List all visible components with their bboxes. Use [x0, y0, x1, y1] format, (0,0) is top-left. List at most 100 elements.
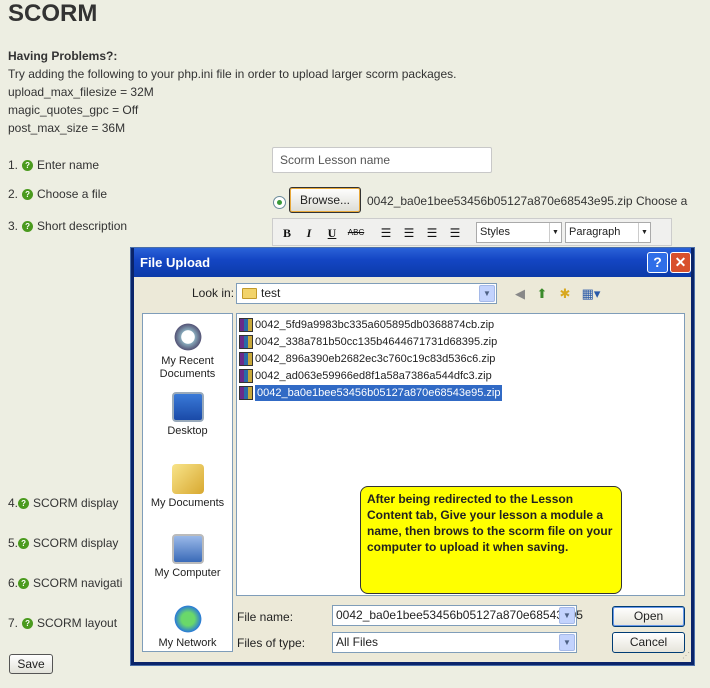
align-center-icon[interactable]: ☰: [400, 224, 418, 242]
file-name: 0042_ba0e1bee53456b05127a870e68543e95.zi…: [255, 385, 503, 401]
view-menu-icon[interactable]: ▦▾: [579, 286, 603, 302]
step-number: 3.: [8, 219, 19, 233]
step-choose-file: 2. ? Choose a file: [8, 187, 107, 201]
lesson-name-input[interactable]: Scorm Lesson name: [272, 147, 492, 173]
file-name: 0042_5fd9a9983bc335a605895db0368874cb.zi…: [255, 319, 495, 331]
dialog-title: File Upload: [140, 255, 211, 270]
my-network-icon: [171, 604, 204, 634]
strikethrough-button[interactable]: ABC: [345, 224, 367, 242]
step-enter-name: 1. ? Enter name: [8, 158, 99, 172]
file-type-select[interactable]: All Files ▼: [332, 632, 577, 653]
new-folder-icon[interactable]: ✱: [556, 286, 574, 302]
editor-toolbar: B I U ABC ☰ ☰ ☰ ☰ Styles ▼ Paragraph ▼: [272, 218, 672, 246]
step-label: Choose a file: [37, 187, 108, 201]
file-upload-dialog: File Upload ? ✕ Look in: test ▼ ◀ ⬆ ✱ ▦▾…: [131, 248, 694, 665]
help-icon[interactable]: ?: [22, 159, 34, 171]
help-line: post_max_size = 36M: [8, 121, 126, 135]
zip-icon: [239, 369, 253, 383]
place-label: My Computer: [154, 567, 221, 579]
place-desktop[interactable]: Desktop: [143, 392, 232, 438]
look-in-value: test: [261, 286, 281, 300]
step-label: Enter name: [37, 158, 100, 172]
recent-documents-icon: [171, 322, 204, 352]
cancel-button[interactable]: Cancel: [612, 632, 685, 653]
bold-button[interactable]: B: [278, 224, 296, 242]
help-icon[interactable]: ?: [18, 497, 30, 509]
place-my-network[interactable]: My Network: [143, 604, 232, 650]
place-my-computer[interactable]: My Computer: [143, 534, 232, 580]
close-button[interactable]: ✕: [670, 252, 691, 273]
step-label: SCORM navigati: [33, 576, 123, 590]
list-item[interactable]: 0042_ad063e59966ed8f1a58a7386a544dfc3.zi…: [239, 368, 492, 384]
help-line: upload_max_filesize = 32M: [8, 85, 154, 99]
list-item[interactable]: 0042_338a781b50cc135b4644671731d68395.zi…: [239, 334, 497, 350]
help-icon[interactable]: ?: [22, 220, 34, 232]
dialog-title-bar: File Upload: [134, 248, 691, 277]
align-justify-icon[interactable]: ☰: [446, 224, 464, 242]
back-icon[interactable]: ◀: [511, 286, 529, 302]
choose-a-text: Choose a: [635, 194, 688, 208]
help-info: Having Problems?: Try adding the followi…: [8, 47, 456, 137]
up-folder-icon[interactable]: ⬆: [533, 286, 551, 302]
place-my-recent-documents[interactable]: My Recent Documents: [143, 322, 232, 381]
list-item-selected[interactable]: 0042_ba0e1bee53456b05127a870e68543e95.zi…: [239, 385, 503, 401]
file-list: 0042_5fd9a9983bc335a605895db0368874cb.zi…: [236, 313, 685, 596]
step-scorm-display: 4. ? SCORM display: [8, 496, 118, 510]
step-short-description: 3. ? Short description: [8, 219, 127, 233]
desktop-icon: [171, 392, 204, 422]
help-icon[interactable]: ?: [22, 188, 34, 200]
chevron-down-icon: ▼: [638, 223, 650, 242]
file-name-label: File name:: [237, 610, 294, 624]
save-button[interactable]: Save: [9, 654, 53, 674]
page-title: SCORM: [8, 0, 98, 27]
styles-value: Styles: [480, 226, 510, 238]
chevron-down-icon: ▼: [559, 634, 575, 651]
places-bar: My Recent Documents Desktop My Documents…: [142, 313, 233, 652]
file-type-value: All Files: [336, 635, 379, 649]
styles-select[interactable]: Styles ▼: [476, 222, 562, 243]
browse-button[interactable]: Browse...: [289, 187, 361, 213]
step-label: SCORM display: [33, 536, 119, 550]
step-scorm-navigation: 6. ? SCORM navigati: [8, 576, 122, 590]
file-name: 0042_896a390eb2682ec3c760c19c83d536c6.zi…: [255, 353, 496, 365]
format-select[interactable]: Paragraph ▼: [565, 222, 651, 243]
step-label: Short description: [37, 219, 128, 233]
step-label: SCORM display: [33, 496, 119, 510]
help-title: Having Problems?:: [8, 49, 118, 63]
step-scorm-layout: 7. ? SCORM layout: [8, 616, 117, 630]
file-name-input[interactable]: 0042_ba0e1bee53456b05127a870e68543e95 ▼: [332, 605, 583, 626]
step-scorm-display-2: 5. ? SCORM display: [8, 536, 118, 550]
align-right-icon[interactable]: ☰: [423, 224, 441, 242]
file-name: 0042_338a781b50cc135b4644671731d68395.zi…: [255, 336, 498, 348]
file-name-value: 0042_ba0e1bee53456b05127a870e68543e95: [336, 608, 583, 622]
underline-button[interactable]: U: [323, 224, 341, 242]
my-computer-icon: [171, 534, 204, 564]
instruction-note: After being redirected to the Lesson Con…: [360, 486, 622, 594]
step-number: 7.: [8, 616, 19, 630]
help-icon[interactable]: ?: [22, 617, 34, 629]
help-icon[interactable]: ?: [18, 577, 30, 589]
step-number: 4.: [8, 496, 19, 510]
step-number: 1.: [8, 158, 19, 172]
place-my-documents[interactable]: My Documents: [143, 464, 232, 510]
my-documents-icon: [171, 464, 204, 494]
place-label: My Recent Documents: [159, 355, 216, 380]
zip-icon: [239, 352, 253, 366]
step-number: 6.: [8, 576, 19, 590]
zip-icon: [239, 318, 253, 332]
look-in-select[interactable]: test ▼: [236, 283, 497, 304]
open-button[interactable]: Open: [612, 606, 685, 627]
file-radio[interactable]: [273, 196, 286, 209]
italic-button[interactable]: I: [300, 224, 318, 242]
list-item[interactable]: 0042_896a390eb2682ec3c760c19c83d536c6.zi…: [239, 351, 495, 367]
resize-grip-icon[interactable]: ⋰: [682, 651, 692, 661]
align-left-icon[interactable]: ☰: [377, 224, 395, 242]
chosen-file-text: 0042_ba0e1bee53456b05127a870e68543e95.zi…: [367, 194, 633, 208]
chevron-down-icon: ▼: [549, 223, 561, 242]
help-icon[interactable]: ?: [18, 537, 30, 549]
format-value: Paragraph: [569, 226, 621, 238]
place-label: My Network: [158, 637, 217, 649]
zip-icon: [239, 386, 253, 400]
list-item[interactable]: 0042_5fd9a9983bc335a605895db0368874cb.zi…: [239, 317, 494, 333]
help-button[interactable]: ?: [647, 252, 668, 273]
